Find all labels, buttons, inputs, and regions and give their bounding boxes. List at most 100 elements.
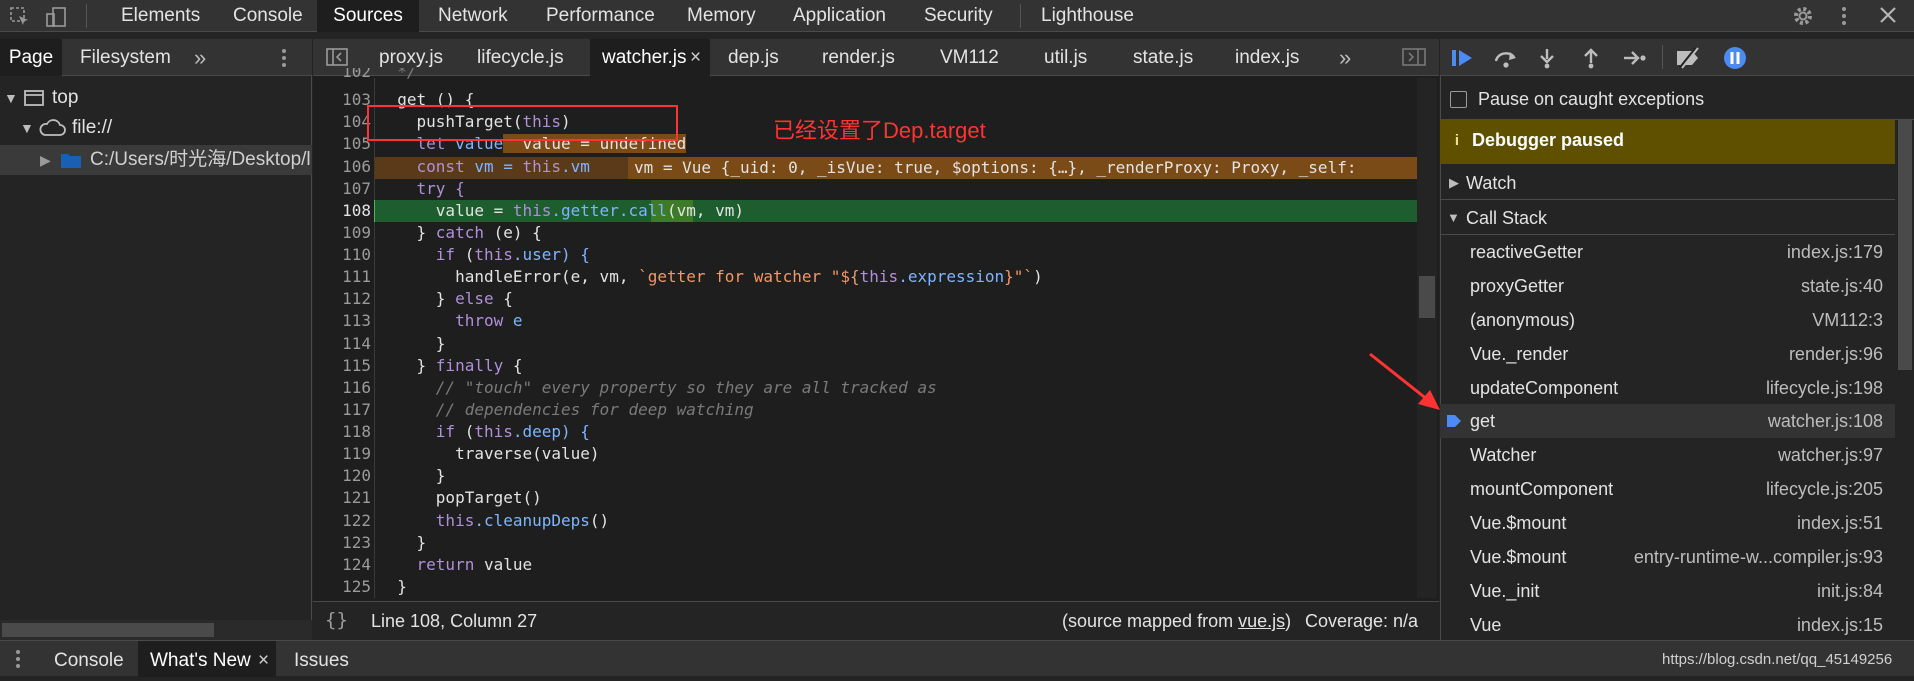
inspect-element-icon[interactable]: [8, 6, 32, 32]
line-number[interactable]: 114: [313, 333, 371, 355]
call-frame-row[interactable]: Vue index.js:15: [1440, 608, 1895, 640]
line-number[interactable]: 110: [313, 244, 371, 266]
file-tab-dep[interactable]: dep.js: [718, 39, 789, 76]
tab-console[interactable]: Console: [213, 0, 323, 32]
tab-memory[interactable]: Memory: [667, 0, 776, 32]
line-number[interactable]: 112: [313, 288, 371, 310]
step-over-icon[interactable]: [1492, 47, 1520, 73]
close-devtools-icon[interactable]: [1876, 4, 1900, 30]
watch-section-header[interactable]: ▶ Watch: [1440, 166, 1895, 200]
call-frame-row[interactable]: mountComponent lifecycle.js:205: [1440, 472, 1895, 506]
line-number[interactable]: 103: [313, 89, 371, 111]
debugger-scrollbar-thumb[interactable]: [1898, 120, 1912, 370]
line-number[interactable]: 124: [313, 554, 371, 576]
step-into-icon[interactable]: [1536, 47, 1558, 73]
drawer-menu-icon[interactable]: [12, 648, 24, 674]
line-number[interactable]: 109: [313, 222, 371, 244]
call-stack-section-header[interactable]: ▼ Call Stack: [1440, 201, 1895, 235]
pause-on-exceptions-icon[interactable]: [1722, 45, 1748, 75]
line-number[interactable]: 115: [313, 355, 371, 377]
tab-sources[interactable]: Sources: [317, 0, 419, 32]
tab-filesystem[interactable]: Filesystem: [80, 39, 171, 76]
line-number[interactable]: 120: [313, 465, 371, 487]
drawer-tab-issues[interactable]: Issues: [282, 641, 361, 677]
call-frame-row[interactable]: Vue._init init.js:84: [1440, 574, 1895, 608]
close-drawer-tab-icon[interactable]: ×: [258, 641, 269, 681]
code-token: value: [474, 555, 533, 574]
more-file-tabs-icon[interactable]: »: [1339, 39, 1351, 76]
line-number[interactable]: 108: [313, 200, 371, 222]
navigator-scrollbar-thumb[interactable]: [2, 623, 214, 637]
call-frame-row[interactable]: proxyGetter state.js:40: [1440, 269, 1895, 303]
tab-security[interactable]: Security: [904, 0, 1013, 32]
deactivate-breakpoints-icon[interactable]: [1674, 47, 1704, 73]
line-number[interactable]: 102: [313, 68, 371, 82]
line-number[interactable]: 122: [313, 510, 371, 532]
tab-lighthouse[interactable]: Lighthouse: [1021, 0, 1154, 32]
line-number[interactable]: 105: [313, 133, 371, 155]
editor-scrollbar-thumb[interactable]: [1419, 276, 1435, 318]
line-number[interactable]: 118: [313, 421, 371, 443]
call-frame-row[interactable]: updateComponent lifecycle.js:198: [1440, 371, 1895, 405]
more-tabs-icon[interactable]: »: [194, 39, 206, 76]
code-token: vm =: [464, 157, 523, 176]
drawer-tab-console[interactable]: Console: [40, 641, 138, 677]
call-frame-row[interactable]: (anonymous) VM112:3: [1440, 303, 1895, 337]
line-number[interactable]: 113: [313, 310, 371, 332]
tab-application[interactable]: Application: [773, 0, 906, 32]
settings-gear-icon[interactable]: [1790, 4, 1816, 32]
call-frame-row[interactable]: Watcher watcher.js:97: [1440, 438, 1895, 472]
call-frame-row[interactable]: reactiveGetter index.js:179: [1440, 235, 1895, 269]
pause-on-caught-row[interactable]: Pause on caught exceptions: [1440, 82, 1914, 116]
file-tab-watcher[interactable]: watcher.js ×: [590, 39, 710, 76]
line-number[interactable]: 107: [313, 178, 371, 200]
source-map-link[interactable]: vue.js: [1238, 611, 1285, 631]
code-token: .expression: [898, 267, 1005, 286]
tree-item-top[interactable]: ▼ top: [0, 83, 312, 113]
code-token: e: [503, 311, 523, 330]
tab-network[interactable]: Network: [418, 0, 528, 32]
line-number[interactable]: 104: [313, 111, 371, 133]
code-token: .deep) {: [512, 422, 590, 441]
frame-location: lifecycle.js:205: [1765, 479, 1883, 499]
file-tab-util[interactable]: util.js: [1034, 39, 1097, 76]
more-options-icon[interactable]: [1834, 4, 1854, 32]
toggle-debugger-icon[interactable]: [1401, 47, 1427, 71]
file-tab-vm112[interactable]: VM112: [930, 39, 1009, 76]
pretty-print-icon[interactable]: {}: [325, 609, 348, 631]
tab-elements[interactable]: Elements: [101, 0, 220, 32]
call-frame-row[interactable]: Vue.$mount index.js:51: [1440, 506, 1895, 540]
code-line: }: [378, 533, 427, 552]
navigator-menu-icon[interactable]: [278, 47, 290, 73]
line-number[interactable]: 111: [313, 266, 371, 288]
line-number[interactable]: 119: [313, 443, 371, 465]
call-frame-row-selected[interactable]: get watcher.js:108: [1440, 404, 1895, 438]
tree-item-file[interactable]: ▼ file://: [0, 113, 312, 143]
call-frame-row[interactable]: Vue._render render.js:96: [1440, 337, 1895, 371]
file-tab-render[interactable]: render.js: [812, 39, 905, 76]
line-number[interactable]: 117: [313, 399, 371, 421]
close-tab-icon[interactable]: ×: [690, 39, 701, 76]
tree-label-top: top: [52, 87, 79, 108]
coverage-status: Coverage: n/a: [1305, 611, 1419, 631]
file-tab-state[interactable]: state.js: [1123, 39, 1203, 76]
call-frame-row[interactable]: Vue.$mount entry-runtime-w...compiler.js:…: [1440, 540, 1895, 574]
line-number[interactable]: 106: [313, 156, 371, 178]
step-out-icon[interactable]: [1580, 47, 1602, 73]
tree-item-folder[interactable]: ▶ C:/Users/时光海/Desktop/l: [0, 145, 312, 175]
pause-on-caught-checkbox[interactable]: [1450, 91, 1467, 108]
tab-page[interactable]: Page: [0, 39, 62, 76]
file-tab-index[interactable]: index.js: [1225, 39, 1309, 76]
step-icon[interactable]: [1622, 47, 1648, 73]
line-number[interactable]: 121: [313, 487, 371, 509]
line-number[interactable]: 123: [313, 532, 371, 554]
tab-performance[interactable]: Performance: [526, 0, 675, 32]
drawer-tab-whats-new[interactable]: What's New ×: [138, 641, 276, 677]
resume-icon[interactable]: [1450, 47, 1476, 73]
inline-value-preview[interactable]: vm = Vue {_uid: 0, _isVue: true, $option…: [628, 157, 1417, 179]
file-tab-lifecycle[interactable]: lifecycle.js: [467, 39, 574, 76]
code-token: (: [455, 245, 475, 264]
line-number[interactable]: 116: [313, 377, 371, 399]
device-toolbar-icon[interactable]: [44, 6, 72, 32]
line-number[interactable]: 125: [313, 576, 371, 598]
